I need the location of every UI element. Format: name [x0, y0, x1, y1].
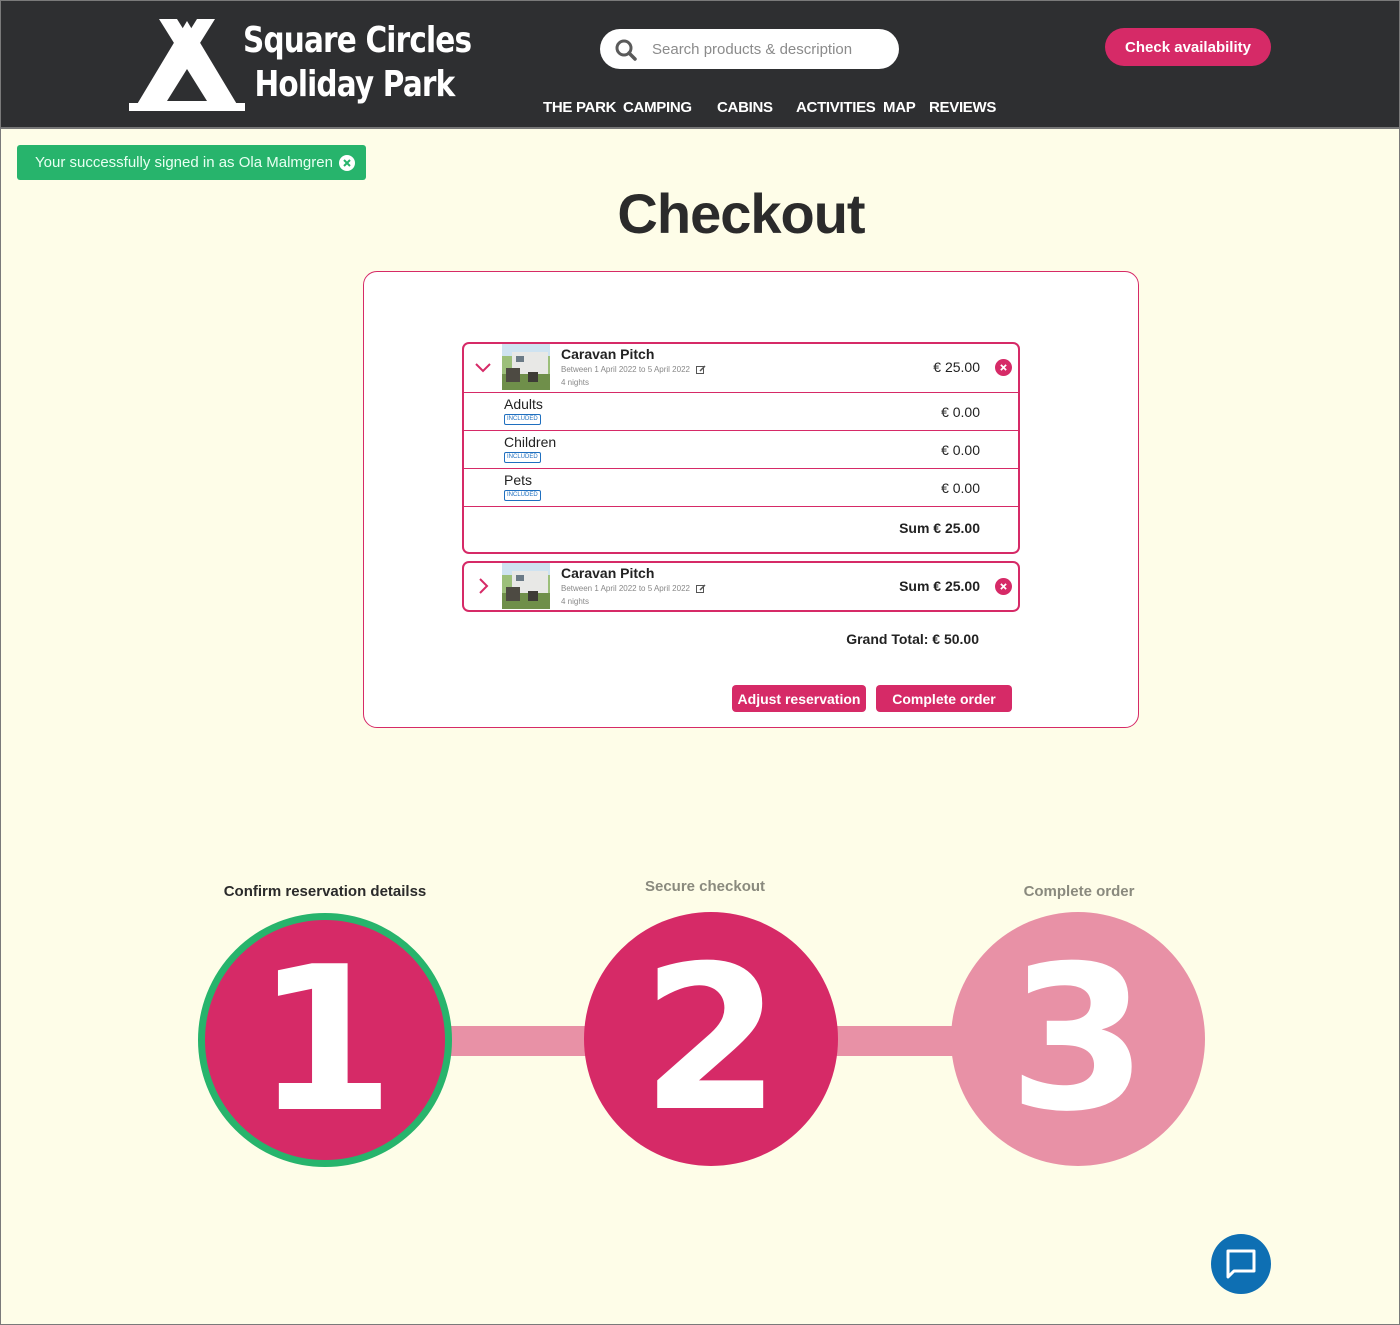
site-header: Square Circles Holiday Park Check availa…	[1, 1, 1399, 129]
page-title: Checkout	[617, 182, 865, 245]
chevron-right-icon[interactable]	[474, 577, 492, 595]
step-2-label: Secure checkout	[644, 878, 766, 895]
search-icon[interactable]	[614, 38, 638, 62]
nav-reviews[interactable]: REVIEWS	[929, 99, 996, 116]
line-item-price: € 0.00	[941, 442, 980, 458]
item-sum: Sum € 25.00	[899, 520, 980, 536]
cart-item: Caravan Pitch Between 1 April 2022 to 5 …	[462, 561, 1020, 612]
checkout-progress: Confirm reservation detailss Secure chec…	[1, 861, 1400, 1181]
remove-icon[interactable]	[995, 359, 1012, 376]
included-badge: INCLUDED	[504, 490, 541, 501]
step-connector	[835, 1026, 955, 1056]
cart-item-header[interactable]: Caravan Pitch Between 1 April 2022 to 5 …	[464, 344, 1018, 392]
item-dates-text: Between 1 April 2022 to 5 April 2022	[561, 365, 690, 375]
nav-activities[interactable]: ACTIVITIES	[796, 99, 876, 116]
success-toast: Your successfully signed in as Ola Malmg…	[17, 145, 366, 180]
chevron-down-icon[interactable]	[474, 358, 492, 376]
toast-message: Your successfully signed in as Ola Malmg…	[35, 154, 333, 171]
edit-icon[interactable]	[696, 365, 706, 375]
nav-cabins[interactable]: CABINS	[717, 99, 773, 116]
step-1-circle[interactable]: 1	[198, 913, 452, 1167]
caravan-thumbnail	[502, 563, 550, 609]
step-1-number: 1	[255, 923, 395, 1157]
adjust-reservation-button[interactable]: Adjust reservation	[732, 685, 866, 712]
line-item-adults: Adults INCLUDED € 0.00	[464, 392, 1018, 430]
step-2-number: 2	[641, 922, 781, 1156]
logo-line-1: Square Circles	[243, 20, 472, 61]
remove-icon[interactable]	[995, 578, 1012, 595]
checkout-card: Caravan Pitch Between 1 April 2022 to 5 …	[363, 271, 1139, 728]
nav-camping[interactable]: CAMPING	[623, 99, 692, 116]
line-item-children: Children INCLUDED € 0.00	[464, 430, 1018, 468]
step-1-label: Confirm reservation detailss	[223, 883, 427, 900]
complete-order-button[interactable]: Complete order	[876, 685, 1012, 712]
line-item-label: Children	[504, 434, 557, 450]
line-item-pets: Pets INCLUDED € 0.00	[464, 468, 1018, 506]
check-availability-button[interactable]: Check availability	[1105, 28, 1271, 66]
line-item-price: € 0.00	[941, 404, 980, 420]
item-title: Caravan Pitch	[561, 346, 655, 362]
search-bar[interactable]	[600, 29, 899, 69]
line-item-label: Pets	[504, 472, 533, 488]
chat-button[interactable]	[1211, 1234, 1271, 1294]
item-sum: Sum € 25.00	[899, 578, 980, 594]
cart-item-header[interactable]: Caravan Pitch Between 1 April 2022 to 5 …	[464, 563, 1018, 611]
caravan-thumbnail	[502, 344, 550, 390]
site-logo[interactable]: Square Circles Holiday Park	[129, 19, 472, 115]
item-nights: 4 nights	[561, 378, 590, 387]
close-icon[interactable]	[339, 155, 355, 171]
chat-icon	[1226, 1249, 1256, 1279]
step-2-circle[interactable]: 2	[584, 912, 838, 1166]
edit-icon[interactable]	[696, 584, 706, 594]
cart-item: Caravan Pitch Between 1 April 2022 to 5 …	[462, 342, 1020, 554]
item-dates-text: Between 1 April 2022 to 5 April 2022	[561, 584, 690, 594]
logo-line-2: Holiday Park	[254, 64, 455, 105]
included-badge: INCLUDED	[504, 414, 541, 425]
item-sum-row: Sum € 25.00	[464, 506, 1018, 553]
item-title: Caravan Pitch	[561, 565, 655, 581]
search-input[interactable]	[652, 37, 882, 61]
tent-logo-icon	[129, 19, 245, 111]
grand-total: Grand Total: € 50.00	[846, 631, 979, 647]
logo-text: Square Circles Holiday Park	[243, 19, 472, 107]
step-3-circle[interactable]: 3	[951, 912, 1205, 1166]
step-connector	[449, 1026, 589, 1056]
line-item-label: Adults	[504, 396, 543, 412]
nav-map[interactable]: MAP	[883, 99, 916, 116]
step-3-number: 3	[1008, 922, 1148, 1156]
nav-the-park[interactable]: THE PARK	[543, 99, 616, 116]
item-dates: Between 1 April 2022 to 5 April 2022	[561, 365, 706, 375]
line-item-price: € 0.00	[941, 480, 980, 496]
item-dates: Between 1 April 2022 to 5 April 2022	[561, 584, 706, 594]
step-3-label: Complete order	[1023, 883, 1135, 900]
included-badge: INCLUDED	[504, 452, 541, 463]
item-nights: 4 nights	[561, 597, 590, 606]
item-price: € 25.00	[933, 359, 980, 375]
